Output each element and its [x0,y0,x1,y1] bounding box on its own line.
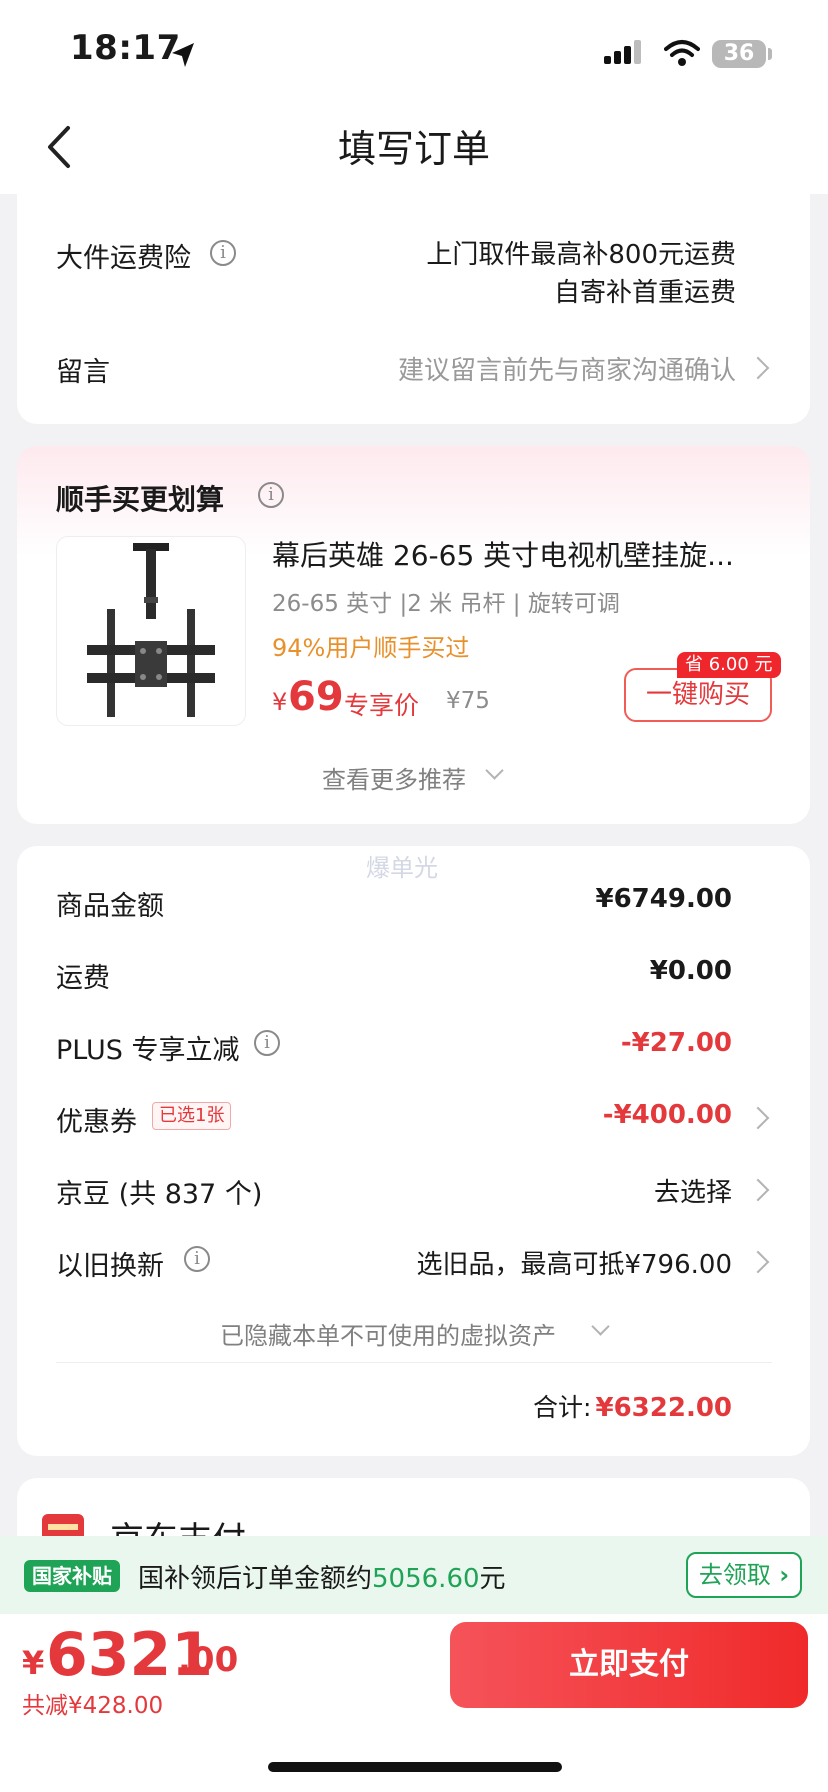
national-subsidy-badge: 国家补贴 [24,1560,120,1592]
summary-label-goods: 商品金额 [56,891,164,922]
order-options-card [17,194,810,424]
addon-product-name[interactable]: 幕后英雄 26-65 英寸电视机壁挂旋... [272,534,772,574]
pay-now-button[interactable]: 立即支付 [450,1622,808,1708]
tradein-select-link[interactable]: 选旧品，最高可抵¥796.00 [416,1244,732,1281]
summary-value-shipping: ¥0.00 [649,956,732,986]
addon-price-tag: 专享价 [344,691,420,720]
shipping-insurance-label: 大件运费险 [56,243,191,274]
cellular-signal-icon [604,40,644,64]
more-recommendations-link[interactable]: 查看更多推荐 [322,760,466,795]
save-badge: 省 6.00 元 [677,652,781,678]
info-icon[interactable]: i [254,1030,280,1056]
checkout-amount-dec: .00 [178,1640,239,1680]
divider [56,1362,772,1363]
home-indicator [268,1762,562,1772]
status-time: 18:17 [70,28,181,68]
watermark: 爆单光 [366,854,438,882]
page-title: 填写订单 [337,127,490,171]
summary-value-plus: -¥27.00 [620,1028,732,1058]
coupon-selected-tag: 已选1张 [152,1102,232,1130]
subsidy-text: 国补领后订单金额约 5056.60 元 [138,1558,506,1595]
message-label: 留言 [56,357,110,388]
info-icon[interactable]: i [210,240,236,266]
summary-value-goods: ¥6749.00 [595,884,732,914]
addon-currency: ¥ [272,688,288,716]
summary-label-beans: 京豆 (共 837 个) [56,1179,263,1210]
summary-label-plus: PLUS 专享立减 [56,1035,240,1066]
battery-icon: 36 [712,40,766,68]
chevron-right-icon: › [770,1561,790,1589]
shipping-insurance-line2: 自寄补首重运费 [553,278,736,308]
subsidy-amount: 5056.60 [372,1564,480,1594]
checkout-currency: ¥ [22,1644,45,1682]
hidden-assets-toggle[interactable]: 已隐藏本单不可使用的虚拟资产 [220,1316,556,1351]
info-icon[interactable]: i [258,482,284,508]
beans-select-link[interactable]: 去选择 [654,1172,732,1209]
addon-price: 69 [288,674,344,720]
subsidy-text-prefix: 国补领后订单金额约 [138,1564,373,1594]
addon-title: 顺手买更划算 [56,483,225,516]
claim-subsidy-button[interactable]: 去领取 › [686,1552,802,1598]
total-label: 合计: [533,1393,592,1422]
addon-original-price: ¥75 [446,688,490,714]
price-summary-card [17,846,810,1456]
battery-tip [768,48,772,60]
claim-subsidy-label: 去领取 [698,1561,771,1589]
info-icon[interactable]: i [184,1246,210,1272]
summary-label-coupon: 优惠券 [56,1107,137,1138]
summary-value-coupon[interactable]: -¥400.00 [603,1100,732,1130]
total-row: 合计: ¥6322.00 [533,1388,732,1424]
total-value: ¥6322.00 [595,1393,732,1423]
wifi-icon [664,40,700,66]
addon-social-proof: 94%用户顺手买过 [272,634,470,662]
subsidy-unit: 元 [479,1564,506,1594]
addon-product-spec: 26-65 英寸 |2 米 吊杆 | 旋转可调 [272,591,620,617]
summary-label-tradein: 以旧换新 [56,1251,164,1282]
message-input[interactable]: 建议留言前先与商家沟通确认 [398,350,736,387]
summary-label-shipping: 运费 [56,963,110,994]
location-arrow-icon [172,43,194,67]
tv-mount-image [87,543,215,717]
checkout-saved: 共减¥428.00 [22,1693,164,1719]
product-image[interactable] [56,536,246,726]
shipping-insurance-line1: 上门取件最高补800元运费 [426,240,736,270]
